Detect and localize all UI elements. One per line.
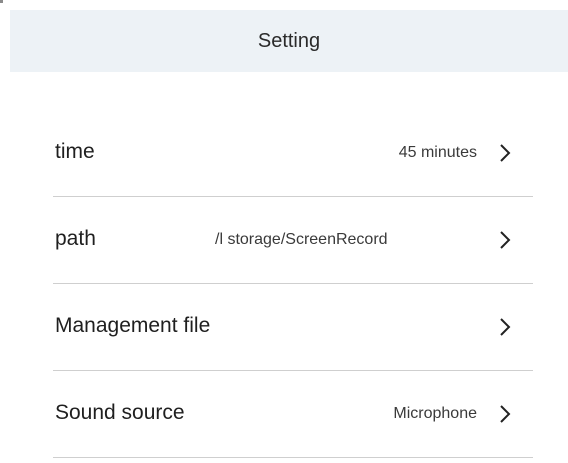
setting-label-path: path [55, 227, 96, 250]
chevron-right-icon [500, 318, 511, 336]
setting-row-path[interactable]: path l storage/ScreenRecord/ [53, 197, 533, 284]
chevron-right-icon [500, 405, 511, 423]
setting-label-sound-source: Sound source [55, 401, 185, 424]
setting-row-time[interactable]: time 45 minutes [53, 110, 533, 197]
setting-row-management-file[interactable]: Management file [53, 284, 533, 371]
setting-label-management-file: Management file [55, 314, 211, 337]
chevron-right-icon [500, 231, 511, 249]
page-title: Setting [257, 29, 321, 52]
chevron-right-icon [500, 144, 511, 162]
setting-value-path: l storage/ScreenRecord/ [215, 231, 388, 248]
setting-value-sound-source: Microphone [393, 405, 477, 422]
setting-row-sound-source[interactable]: Sound source Microphone [53, 371, 533, 458]
app-header: Setting [10, 10, 568, 72]
settings-list: time 45 minutes path l storage/ScreenRec… [53, 110, 533, 458]
setting-value-time: 45 minutes [398, 144, 477, 161]
divider [53, 457, 533, 458]
setting-label-time: time [55, 140, 95, 163]
corner-mark [0, 0, 3, 3]
